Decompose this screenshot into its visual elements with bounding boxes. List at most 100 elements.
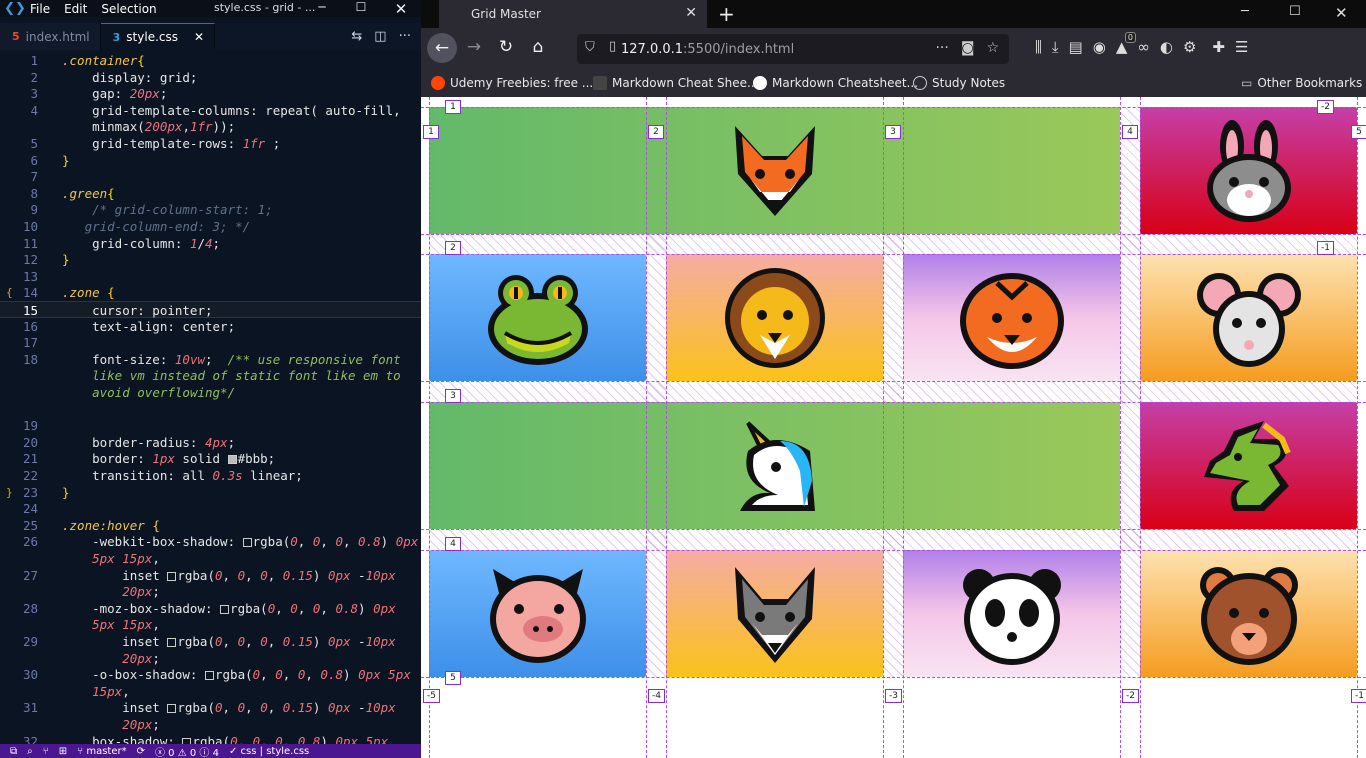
downloads-icon[interactable]: ⤓ (1052, 38, 1059, 56)
code-line[interactable] (0, 401, 421, 418)
bookmark-udemy[interactable]: Udemy Freebies: free ... (431, 76, 593, 90)
zone-mouse[interactable] (1140, 254, 1357, 381)
bookmark-markdown-cheat-sheet[interactable]: Markdown Cheat Shee... (593, 76, 758, 90)
code-line[interactable]: 26 -webkit-box-shadow: rgba(0, 0, 0, 0.8… (0, 533, 421, 550)
code-line[interactable]: 2 display: grid; (0, 69, 421, 86)
tab-close-icon[interactable]: ✕ (194, 30, 204, 44)
code-editor[interactable]: 1 .container{2 display: grid; 3 gap: 20px;… (0, 50, 421, 744)
code-line[interactable]: 31 inset rgba(0, 0, 0, 0.15) 0px -10px (0, 699, 421, 716)
search-icon[interactable]: ⌕ (27, 746, 33, 757)
maximize-icon[interactable]: ☐ (1289, 4, 1301, 19)
extensions-puzzle-icon[interactable]: ✚ (1212, 38, 1225, 56)
library-icon[interactable]: ⫼ (1035, 38, 1042, 56)
code-line[interactable]: 27 inset rgba(0, 0, 0, 0.15) 0px -10px (0, 567, 421, 584)
code-line[interactable]: minmax(200px,1fr)); (0, 118, 421, 135)
page-actions-icon[interactable]: ··· (935, 40, 948, 56)
code-line[interactable]: like vm instead of static font like em t… (0, 367, 421, 384)
code-line[interactable]: 20px; (0, 716, 421, 733)
code-line[interactable]: avoid overflowing*/ (0, 384, 421, 401)
code-line[interactable]: 17 (0, 334, 421, 351)
tab-style-css[interactable]: 3 style.css ✕ (100, 23, 216, 50)
other-bookmarks[interactable]: ▭ Other Bookmarks (1241, 76, 1362, 90)
code-line[interactable]: 5px 15px, (0, 550, 421, 567)
tab-close-icon[interactable]: ✕ (685, 5, 697, 21)
code-line[interactable]: 7 (0, 168, 421, 185)
sync-icon[interactable]: ⟳ (137, 746, 145, 757)
zone-pig[interactable] (429, 550, 646, 677)
code-line[interactable]: 19 (0, 417, 421, 434)
code-line[interactable]: 28 -moz-box-shadow: rgba(0, 0, 0, 0.8) 0… (0, 600, 421, 617)
code-line[interactable]: 3 gap: 20px; (0, 85, 421, 102)
minimize-icon[interactable]: ─ (1241, 4, 1249, 19)
zone-lion[interactable] (666, 254, 883, 381)
code-line[interactable]: 11 grid-column: 1/4; (0, 235, 421, 252)
code-line[interactable]: 10 grid-column-end: 3; */ (0, 218, 421, 235)
source-control-icon[interactable]: ⑂ (43, 746, 49, 757)
code-line[interactable]: 25 .zone:hover { (0, 517, 421, 534)
reader-view-icon[interactable]: ▤ (1069, 38, 1083, 56)
code-line[interactable]: 1 .container{ (0, 52, 421, 69)
pocket-icon[interactable]: ◙ (961, 40, 975, 56)
zone-wolf[interactable] (666, 550, 883, 677)
code-line[interactable]: 5 grid-template-rows: 1fr ; (0, 135, 421, 152)
new-tab-icon[interactable]: + (718, 2, 735, 26)
remote-icon[interactable]: ⧉ (10, 746, 17, 757)
code-line[interactable]: 9 /* grid-column-start: 1; (0, 201, 421, 218)
home-icon[interactable]: ⌂ (525, 37, 551, 57)
code-line[interactable]: 14 .zone {{ (0, 284, 421, 301)
menu-file[interactable]: File (30, 2, 50, 16)
zone-dragon[interactable] (1140, 402, 1357, 529)
zone-fox[interactable] (429, 107, 1120, 234)
bookmark-markdown-cheatsheet[interactable]: Markdown Cheatsheet... (753, 76, 918, 90)
maximize-icon[interactable]: ☐ (351, 0, 371, 14)
code-line[interactable]: 20px; (0, 583, 421, 600)
zone-rabbit[interactable] (1140, 107, 1357, 234)
close-icon[interactable]: ✕ (391, 0, 411, 18)
code-line[interactable]: 16 text-align: center; (0, 318, 421, 335)
back-arrow-icon[interactable]: ← (427, 33, 457, 63)
bookmark-study-notes[interactable]: Study Notes (913, 76, 1005, 90)
account-icon[interactable]: ◉ (1093, 38, 1106, 56)
code-line[interactable]: 21 border: 1px solid #bbb; (0, 450, 421, 467)
compare-icon[interactable]: ⇆ (351, 29, 362, 44)
code-line[interactable]: 15 cursor: pointer; (0, 301, 421, 318)
code-line[interactable]: 30 -o-box-shadow: rgba(0, 0, 0, 0.8) 0px… (0, 666, 421, 683)
zone-bear[interactable] (1140, 550, 1357, 677)
code-line[interactable]: 18 font-size: 10vw; /** use responsive f… (0, 351, 421, 368)
code-line[interactable]: 12} (0, 251, 421, 268)
split-editor-icon[interactable]: ◫ (374, 29, 386, 44)
edge-icon[interactable]: ◐ (1160, 38, 1173, 56)
code-line[interactable]: 8 .green{ (0, 185, 421, 202)
code-line[interactable]: 32 box-shadow: rgba(0, 0, 0, 0.8) 0px 5p… (0, 733, 421, 744)
browser-tab[interactable]: Grid Master ✕ (439, 0, 707, 28)
reload-icon[interactable]: ↻ (493, 37, 519, 57)
branch-indicator[interactable]: ⑂ master* (77, 746, 126, 757)
code-line[interactable]: 29 inset rgba(0, 0, 0, 0.15) 0px -10px (0, 633, 421, 650)
code-line[interactable]: 23}} (0, 484, 421, 501)
zone-tiger[interactable] (903, 254, 1120, 381)
code-line[interactable]: 22 transition: all 0.3s linear; (0, 467, 421, 484)
more-actions-icon[interactable]: ··· (399, 29, 411, 44)
shield-icon[interactable]: ⛉ (585, 40, 595, 55)
infinity-icon[interactable]: ∞ (1137, 38, 1150, 56)
zone-panda[interactable] (903, 550, 1120, 677)
code-line[interactable]: 4 grid-template-columns: repeat( auto-fi… (0, 102, 421, 119)
menu-selection[interactable]: Selection (101, 2, 156, 16)
settings-gear-icon[interactable]: ⚙ (1183, 38, 1196, 56)
problems-indicator[interactable]: ⓧ 0 ⚠ 0 ⓘ 4 (155, 744, 219, 758)
code-line[interactable]: 6} (0, 152, 421, 169)
page-info-icon[interactable]: ▯ (609, 39, 616, 54)
forward-arrow-icon[interactable]: → (461, 37, 487, 57)
tab-index-html[interactable]: 5 index.html (0, 23, 101, 50)
code-line[interactable]: 5px 15px, (0, 616, 421, 633)
zone-frog[interactable] (429, 254, 646, 381)
code-line[interactable]: 13 (0, 268, 421, 285)
extensions-icon[interactable]: ⊞ (59, 746, 67, 757)
menu-edit[interactable]: Edit (64, 2, 87, 16)
minimize-icon[interactable]: ─ (312, 0, 332, 14)
url-bar[interactable]: ⛉ ▯ 127.0.0.1:5500/index.html ··· ◙ ☆ (577, 34, 1009, 64)
code-line[interactable]: 15px, (0, 683, 421, 700)
bookmark-star-icon[interactable]: ☆ (986, 40, 999, 56)
code-line[interactable]: 20 border-radius: 4px; (0, 434, 421, 451)
code-line[interactable]: 24 (0, 500, 421, 517)
